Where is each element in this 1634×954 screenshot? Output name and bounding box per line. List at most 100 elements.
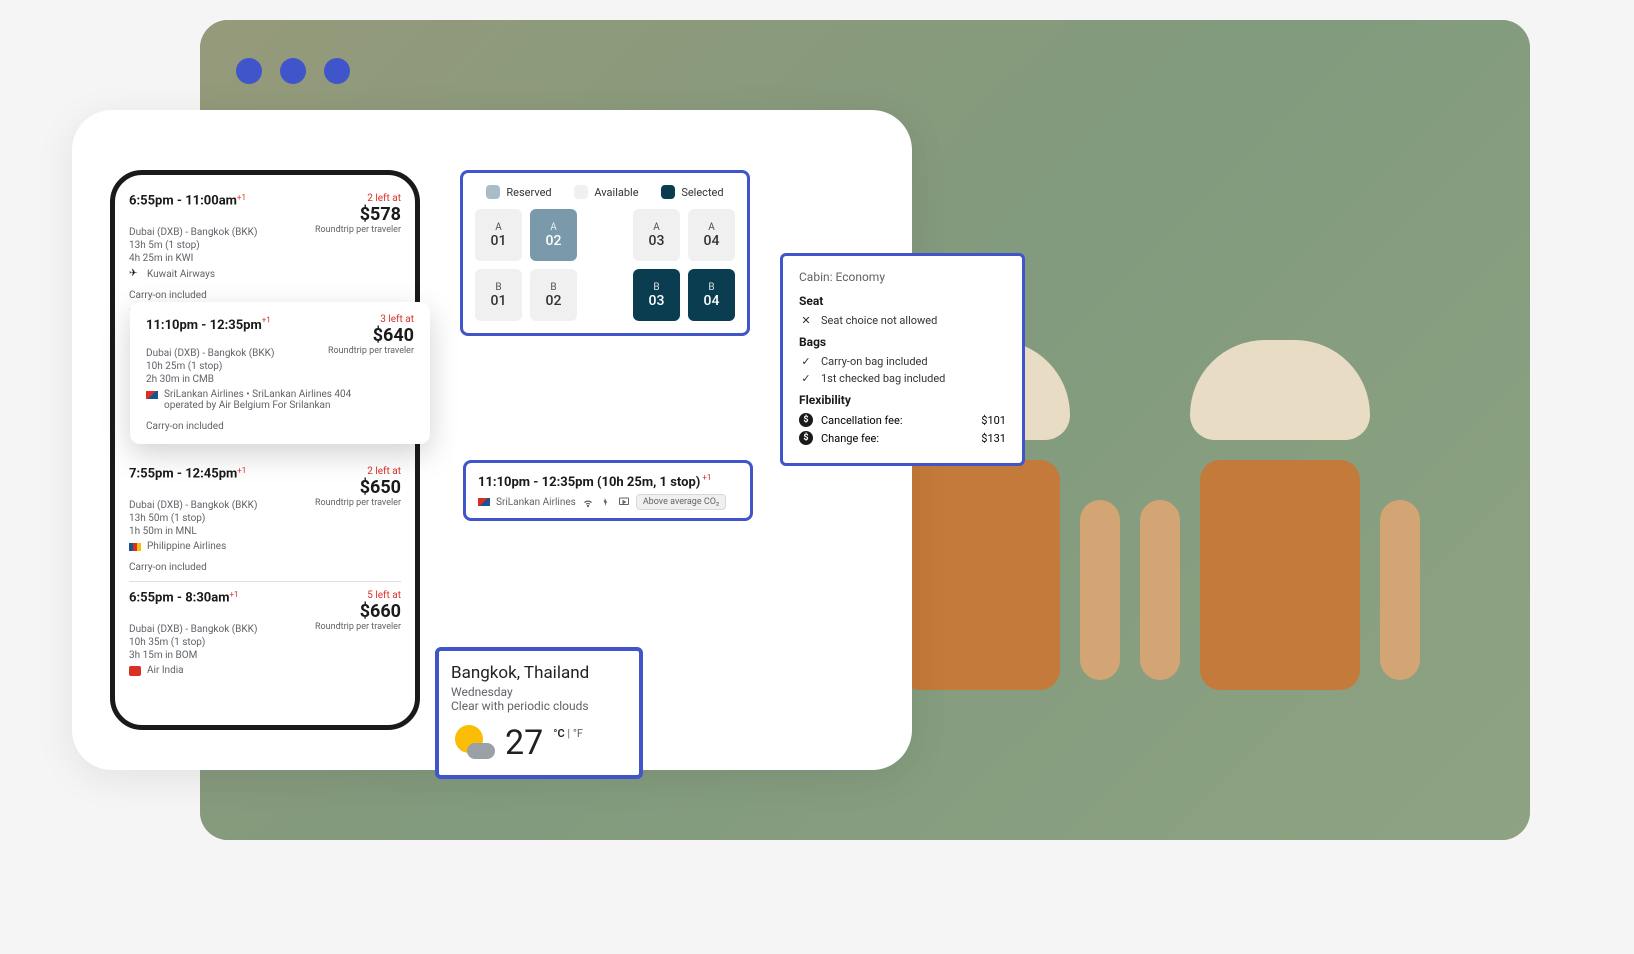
flight-route: Dubai (DXB) - Bangkok (BKK): [129, 227, 257, 238]
flight-price: $650: [360, 477, 401, 498]
seat-a03[interactable]: A03: [633, 209, 680, 261]
power-icon: [600, 496, 612, 508]
flight-duration: 13h 50m (1 stop): [129, 513, 401, 524]
unit-celsius[interactable]: °C: [553, 727, 564, 740]
next-day-sup: +1: [237, 193, 246, 202]
flight-time: 6:55pm - 8:30am: [129, 591, 229, 606]
flight-layover: 1h 50m in MNL: [129, 526, 401, 537]
seat-b04[interactable]: B04: [688, 269, 735, 321]
flight-duration: 10h 35m (1 stop): [129, 637, 401, 648]
weather-temperature: 27: [505, 723, 543, 763]
weather-city: Bangkok, Thailand: [451, 663, 627, 683]
wifi-icon: [582, 496, 594, 508]
window-dot: [236, 58, 262, 84]
summary-airline: SriLankan Airlines: [496, 497, 576, 508]
seat-a02[interactable]: A02: [530, 209, 577, 261]
change-fee-value: $131: [981, 432, 1006, 445]
seat-legend: Reserved Available Selected: [475, 185, 735, 199]
window-dot: [324, 58, 350, 84]
flight-time: 11:10pm - 12:35pm: [146, 318, 262, 333]
flight-duration: 10h 25m (1 stop): [146, 361, 414, 372]
flight-route: Dubai (DXB) - Bangkok (BKK): [146, 348, 274, 359]
carry-on-label: Carry-on included: [146, 421, 414, 432]
legend-available-icon: [574, 185, 588, 199]
entertainment-icon: [618, 496, 630, 508]
check-icon: ✓: [799, 372, 813, 385]
next-day-sup: +1: [262, 316, 271, 325]
flight-card[interactable]: 7:55pm - 12:45pm+1 2 left at $650 Dubai …: [129, 458, 401, 582]
legend-selected-label: Selected: [681, 186, 723, 199]
seats-left: 3 left at: [373, 314, 414, 325]
legend-selected-icon: [661, 185, 675, 199]
next-day-sup: +1: [237, 466, 246, 475]
price-label: Roundtrip per traveler: [315, 225, 401, 238]
weather-widget: Bangkok, Thailand Wednesday Clear with p…: [435, 647, 643, 779]
seat-b02[interactable]: B02: [530, 269, 577, 321]
flight-route: Dubai (DXB) - Bangkok (BKK): [129, 624, 257, 635]
seats-left: 5 left at: [360, 590, 401, 601]
flight-price: $660: [360, 601, 401, 622]
seat-a01[interactable]: A01: [475, 209, 522, 261]
airline-srilankan-icon: [146, 391, 158, 399]
seats-left: 2 left at: [360, 466, 401, 477]
seat-a04[interactable]: A04: [688, 209, 735, 261]
flight-airline: Philippine Airlines: [129, 541, 401, 552]
flight-summary-bar[interactable]: 11:10pm - 12:35pm (10h 25m, 1 stop)+1 Sr…: [463, 460, 753, 521]
flight-layover: 3h 15m in BOM: [129, 650, 401, 661]
cancel-fee-label: Cancellation fee:: [821, 414, 903, 427]
change-fee-label: Change fee:: [821, 432, 879, 445]
seat-selector-panel: Reserved Available Selected A01 A02 A03 …: [460, 170, 750, 336]
co2-badge: Above average CO₂: [636, 494, 726, 510]
flight-layover: 4h 25m in KWI: [129, 253, 401, 264]
weather-day: Wednesday: [451, 685, 627, 699]
next-day-sup: +1: [229, 590, 238, 599]
dollar-icon: $: [799, 431, 813, 445]
window-dot: [280, 58, 306, 84]
x-icon: ✕: [799, 314, 813, 327]
check-icon: ✓: [799, 355, 813, 368]
flight-card[interactable]: 6:55pm - 8:30am+1 5 left at $660 Dubai (…: [129, 582, 401, 684]
flight-time: 6:55pm - 11:00am: [129, 194, 237, 209]
flight-airline: Air India: [129, 665, 401, 676]
price-label: Roundtrip per traveler: [315, 498, 401, 511]
legend-reserved-icon: [486, 185, 500, 199]
flight-card[interactable]: 6:55pm - 11:00am+1 2 left at $578 Dubai …: [129, 185, 401, 310]
seat-b03[interactable]: B03: [633, 269, 680, 321]
airline-philippine-icon: [129, 543, 141, 551]
carry-on-label: Carry-on included: [129, 562, 401, 573]
bags-section-title: Bags: [799, 335, 1006, 349]
flexibility-section-title: Flexibility: [799, 393, 1006, 407]
flight-price: $578: [360, 204, 401, 225]
legend-reserved-label: Reserved: [506, 186, 551, 199]
price-label: Roundtrip per traveler: [315, 622, 401, 635]
weather-sun-cloud-icon: [451, 723, 495, 763]
phone-mockup: 6:55pm - 11:00am+1 2 left at $578 Dubai …: [110, 170, 420, 730]
operated-by: operated by Air Belgium For Srilankan: [164, 400, 414, 411]
seat-choice-text: Seat choice not allowed: [821, 314, 937, 327]
flight-route: Dubai (DXB) - Bangkok (BKK): [129, 500, 257, 511]
flight-card-selected[interactable]: 11:10pm - 12:35pm+1 3 left at $640 Dubai…: [130, 302, 430, 444]
price-label: Roundtrip per traveler: [328, 346, 414, 359]
cabin-class: Cabin: Economy: [799, 270, 1006, 284]
cancel-fee-value: $101: [981, 414, 1006, 427]
flight-layover: 2h 30m in CMB: [146, 374, 414, 385]
weather-units: °C | °F: [553, 727, 583, 740]
unit-fahrenheit[interactable]: °F: [573, 727, 583, 740]
carry-on-label: Carry-on included: [129, 290, 401, 301]
checked-bag-text: 1st checked bag included: [821, 372, 945, 385]
carry-on-text: Carry-on bag included: [821, 355, 928, 368]
seat-b01[interactable]: B01: [475, 269, 522, 321]
seat-grid: A01 A02 A03 A04 B01 B02 B03 B04: [475, 209, 735, 321]
airline-kuwait-icon: [129, 268, 141, 280]
flight-airline: SriLankan Airlines • SriLankan Airlines …: [146, 389, 414, 400]
airline-srilankan-icon: [478, 498, 490, 506]
flight-price: $640: [373, 325, 414, 346]
flight-airline: Kuwait Airways: [129, 268, 401, 280]
next-day-sup: +1: [702, 473, 711, 482]
legend-available-label: Available: [594, 186, 638, 199]
seats-left: 2 left at: [360, 193, 401, 204]
flight-time: 7:55pm - 12:45pm: [129, 467, 237, 482]
flight-duration: 13h 5m (1 stop): [129, 240, 401, 251]
summary-time: 11:10pm - 12:35pm (10h 25m, 1 stop): [478, 475, 700, 490]
dollar-icon: $: [799, 413, 813, 427]
